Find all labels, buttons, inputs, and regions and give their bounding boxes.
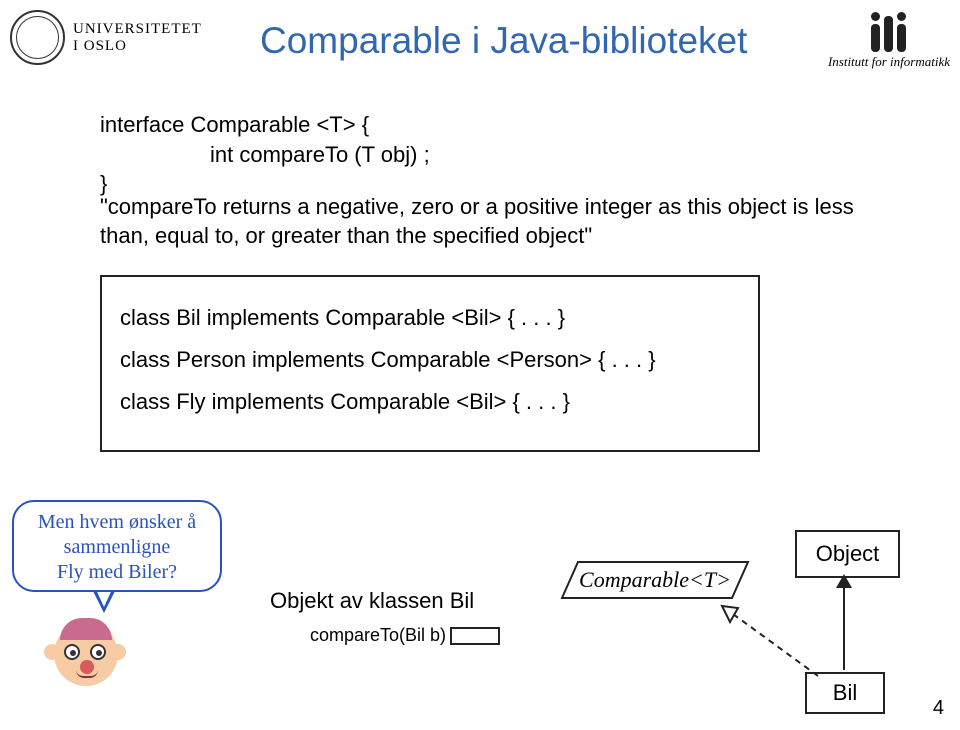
method-row: compareTo(Bil b)	[310, 625, 500, 646]
ifi-label: Institutt for informatikk	[828, 54, 950, 70]
page-number: 4	[933, 697, 944, 720]
callout-line: Fly med Biler?	[20, 560, 214, 585]
object-class-box: Object	[795, 530, 900, 578]
uio-text: UNIVERSITETET I OSLO	[73, 21, 202, 54]
comparable-interface-shape: Comparable<T>	[560, 560, 750, 600]
inheritance-arrow-icon	[843, 576, 845, 670]
object-label: Object	[816, 541, 880, 567]
implements-arrow-icon	[700, 596, 840, 686]
callout-line: sammenligne	[20, 535, 214, 560]
code-line: interface Comparable <T> {	[100, 110, 430, 140]
callout-line: Men hvem ønsker å	[20, 510, 214, 535]
method-label: compareTo(Bil b)	[310, 625, 446, 646]
class-line: class Person implements Comparable <Pers…	[120, 339, 740, 381]
uio-logo: UNIVERSITETET I OSLO	[10, 10, 202, 65]
uio-line1: UNIVERSITETET	[73, 21, 202, 38]
class-line: class Fly implements Comparable <Bil> { …	[120, 381, 740, 423]
javadoc-quote: "compareTo returns a negative, zero or a…	[100, 193, 880, 250]
uio-seal-icon	[10, 10, 65, 65]
cartoon-face-icon	[40, 610, 130, 700]
class-line: class Bil implements Comparable <Bil> { …	[120, 297, 740, 339]
interface-code-block: interface Comparable <T> { int compareTo…	[100, 110, 430, 199]
speech-callout: Men hvem ønsker å sammenligne Fly med Bi…	[12, 500, 222, 592]
slide-title: Comparable i Java-biblioteket	[260, 20, 747, 62]
method-slot-box-icon	[450, 627, 500, 645]
ifi-glyph-icon	[828, 10, 950, 52]
code-line: int compareTo (T obj) ;	[100, 140, 430, 170]
comparable-label: Comparable<T>	[579, 567, 731, 593]
class-examples-box: class Bil implements Comparable <Bil> { …	[100, 275, 760, 452]
uio-line2: I OSLO	[73, 38, 202, 55]
ifi-logo: Institutt for informatikk	[828, 10, 950, 70]
object-caption: Objekt av klassen Bil	[270, 588, 474, 614]
